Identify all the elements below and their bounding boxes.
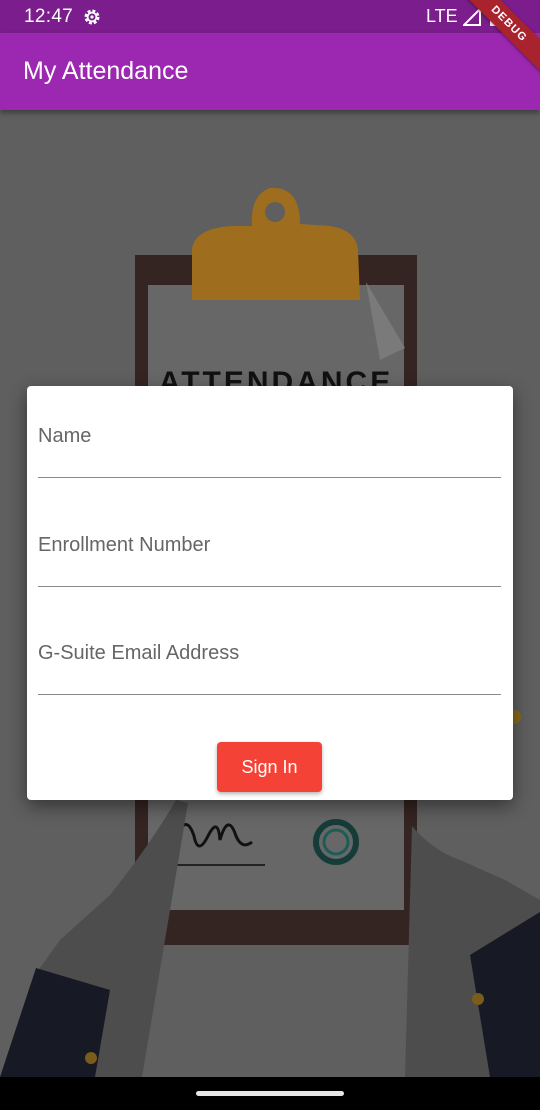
name-input[interactable] [38,420,501,452]
navigation-bar [0,1077,540,1110]
sign-in-dialog: Sign In [27,386,513,800]
sign-in-button[interactable]: Sign In [217,742,322,792]
enrollment-number-input[interactable] [38,529,501,561]
home-indicator[interactable] [196,1091,344,1096]
network-type: LTE [426,6,458,26]
email-field [38,603,501,695]
email-input[interactable] [38,637,501,669]
gear-icon [84,9,100,25]
status-bar: 12:47 LTE [0,0,540,33]
enrollment-number-field [38,495,501,587]
app-title: My Attendance [23,57,189,85]
status-time: 12:47 [24,6,74,27]
signal-icon [463,8,481,26]
app-bar: My Attendance [0,33,540,110]
name-field [38,386,501,478]
